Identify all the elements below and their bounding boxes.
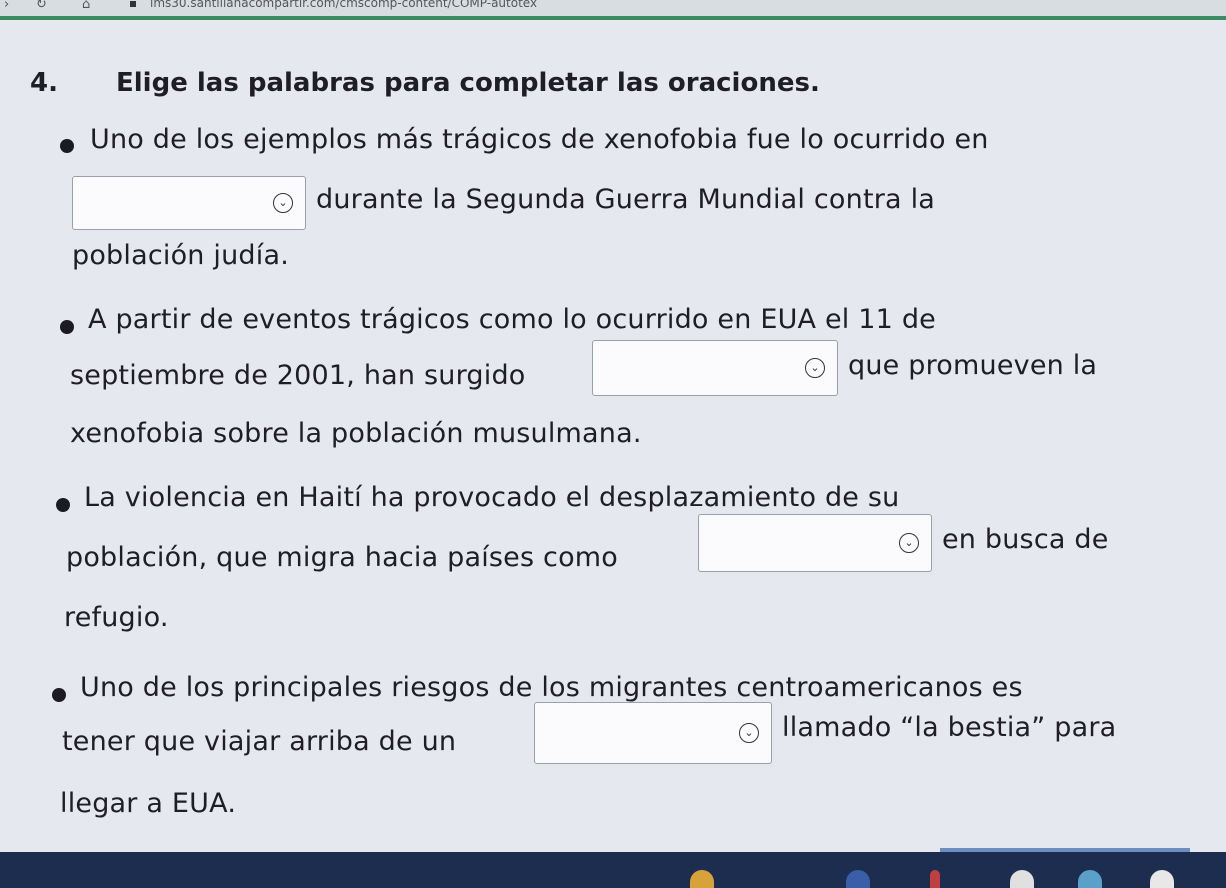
item-3-line3: refugio.: [64, 602, 169, 633]
item-1-after-select: durante la Segunda Guerra Mundial contra…: [316, 184, 936, 215]
app-icon[interactable]: [1078, 870, 1102, 888]
chevron-down-circle-icon: ⌄: [739, 723, 759, 743]
lock-icon: [130, 1, 136, 7]
taskbar-accent: [940, 848, 1190, 852]
item-1-select[interactable]: ⌄: [72, 176, 306, 230]
browser-address-bar: › ↻ ⌂ lms30.santillanacompartir.com/cmsc…: [0, 0, 1226, 20]
question-number: 4.: [30, 68, 58, 98]
item-4-after-select: llamado “la bestia” para: [782, 712, 1117, 743]
item-3-select[interactable]: ⌄: [698, 514, 932, 572]
item-1-line3: población judía.: [72, 240, 289, 271]
item-4-select[interactable]: ⌄: [534, 702, 772, 764]
item-3-line1: La violencia en Haití ha provocado el de…: [84, 482, 900, 513]
reload-icon[interactable]: ↻: [36, 0, 47, 12]
chevron-down-circle-icon: ⌄: [899, 533, 919, 553]
item-1-line1: Uno de los ejemplos más trágicos de xeno…: [90, 124, 989, 155]
app-icon[interactable]: [1150, 870, 1174, 888]
item-2-line3: xenofobia sobre la población musulmana.: [70, 418, 642, 449]
url-text[interactable]: lms30.santillanacompartir.com/cmscomp-co…: [150, 0, 537, 10]
app-icon[interactable]: [846, 870, 870, 888]
app-icon[interactable]: [690, 870, 714, 888]
chevron-down-circle-icon: ⌄: [273, 193, 293, 213]
bullet: [60, 139, 74, 153]
back-arrow-icon[interactable]: ›: [4, 0, 9, 12]
item-4-line3: llegar a EUA.: [60, 788, 237, 819]
app-icon[interactable]: [930, 870, 940, 888]
item-2-select[interactable]: ⌄: [592, 340, 838, 396]
taskbar: [0, 848, 1226, 888]
bullet: [60, 320, 74, 334]
question-title: Elige las palabras para completar las or…: [116, 68, 820, 98]
item-2-line1: A partir de eventos trágicos como lo ocu…: [88, 304, 936, 335]
item-2-before-select: septiembre de 2001, han surgido: [70, 360, 526, 391]
app-icon[interactable]: [1010, 870, 1034, 888]
item-2-after-select: que promueven la: [848, 350, 1098, 381]
item-3-before-select: población, que migra hacia países como: [66, 542, 619, 573]
item-3-after-select: en busca de: [942, 524, 1109, 555]
chevron-down-circle-icon: ⌄: [805, 358, 825, 378]
bullet: [52, 688, 66, 702]
home-icon[interactable]: ⌂: [82, 0, 90, 12]
item-4-line1: Uno de los principales riesgos de los mi…: [80, 672, 1023, 703]
bullet: [56, 498, 70, 512]
item-4-before-select: tener que viajar arriba de un: [62, 726, 457, 757]
exercise-area: 4. Elige las palabras para completar las…: [0, 20, 1226, 850]
